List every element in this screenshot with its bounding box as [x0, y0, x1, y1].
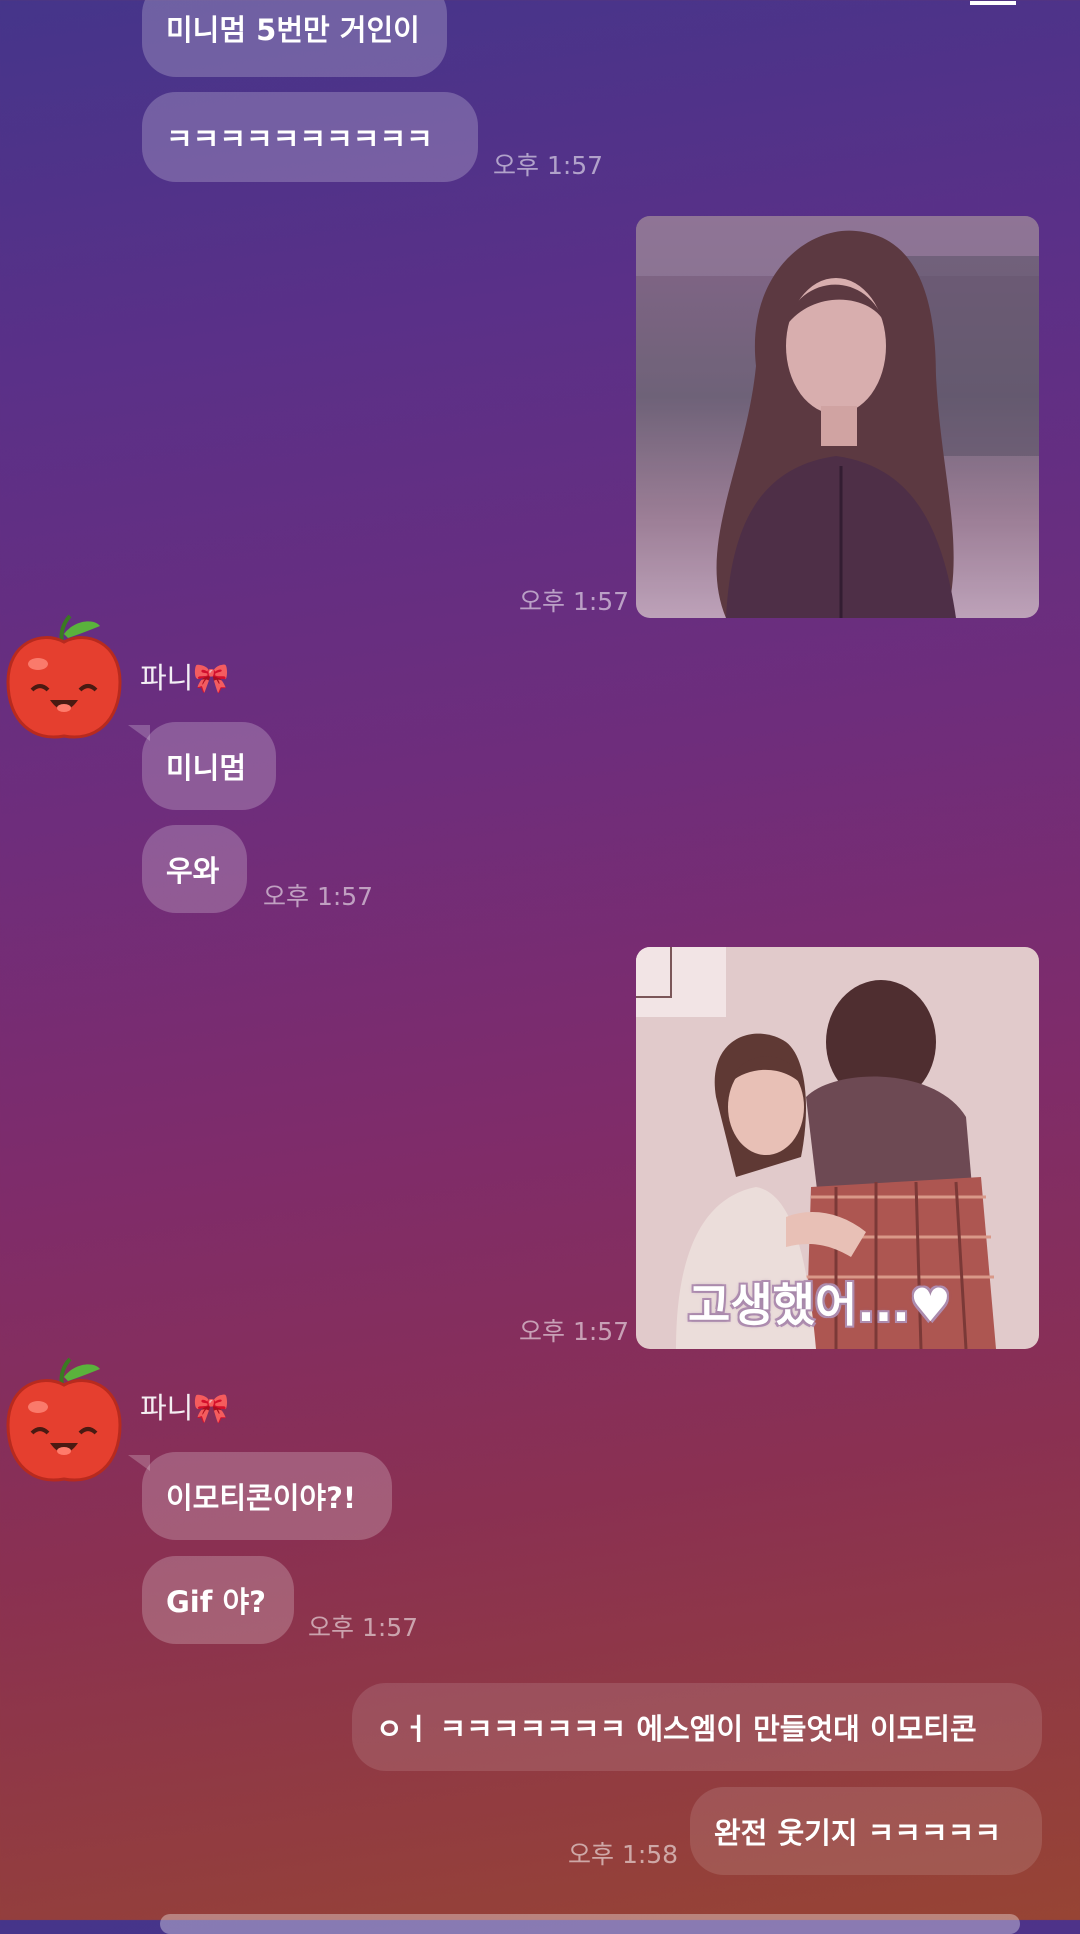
message-bubble: ㅋㅋㅋㅋㅋㅋㅋㅋㅋㅋ — [142, 92, 478, 182]
sender-name: 파니🎀 — [140, 1391, 230, 1425]
message-time: 오후 1:57 — [308, 1613, 419, 1642]
emoticon-caption: 고생했어...♥ — [688, 1278, 951, 1332]
message-text: 이모티콘이야?! — [166, 1481, 357, 1515]
message-input-edge[interactable] — [160, 1914, 1020, 1934]
message-text: 완전 웃기지 ㅋㅋㅋㅋㅋ — [714, 1816, 1001, 1850]
message-bubble: 이모티콘이야?! — [142, 1452, 392, 1540]
message-text: Gif 야? — [166, 1585, 266, 1619]
message-bubble: 미니멈 5번만 거인이 — [142, 0, 447, 77]
message-time: 오후 1:57 — [263, 882, 374, 911]
message-text: ㅇㅓ ㅋㅋㅋㅋㅋㅋㅋ 에스엠이 만들엇대 이모티콘 — [376, 1712, 977, 1746]
apple-avatar-icon[interactable] — [2, 612, 126, 746]
message-time: 오후 1:58 — [568, 1840, 679, 1869]
message-bubble: 미니멈 — [142, 722, 276, 810]
sender-name: 파니🎀 — [140, 661, 230, 695]
message-bubble: 우와 — [142, 825, 247, 913]
message-bubble-sent: 완전 웃기지 ㅋㅋㅋㅋㅋ — [690, 1787, 1042, 1875]
message-bubble-sent: ㅇㅓ ㅋㅋㅋㅋㅋㅋㅋ 에스엠이 만들엇대 이모티콘 — [352, 1683, 1042, 1771]
message-time: 오후 1:57 — [519, 1317, 630, 1346]
back-arrow-icon[interactable] — [50, 0, 90, 12]
menu-icon[interactable] — [970, 0, 1016, 15]
message-bubble: Gif 야? — [142, 1556, 294, 1644]
message-time: 오후 1:57 — [493, 151, 604, 180]
message-time: 오후 1:57 — [519, 587, 630, 616]
apple-avatar-icon[interactable] — [2, 1355, 126, 1489]
message-text: 미니멈 5번만 거인이 — [166, 13, 420, 47]
message-text: ㅋㅋㅋㅋㅋㅋㅋㅋㅋㅋ — [166, 122, 433, 156]
search-icon[interactable] — [880, 0, 920, 12]
message-text: 우와 — [166, 854, 220, 888]
message-text: 미니멈 — [166, 751, 247, 785]
sent-emoticon-photo[interactable]: 고생했어...♥ — [636, 947, 1039, 1349]
sent-photo[interactable] — [636, 216, 1039, 618]
